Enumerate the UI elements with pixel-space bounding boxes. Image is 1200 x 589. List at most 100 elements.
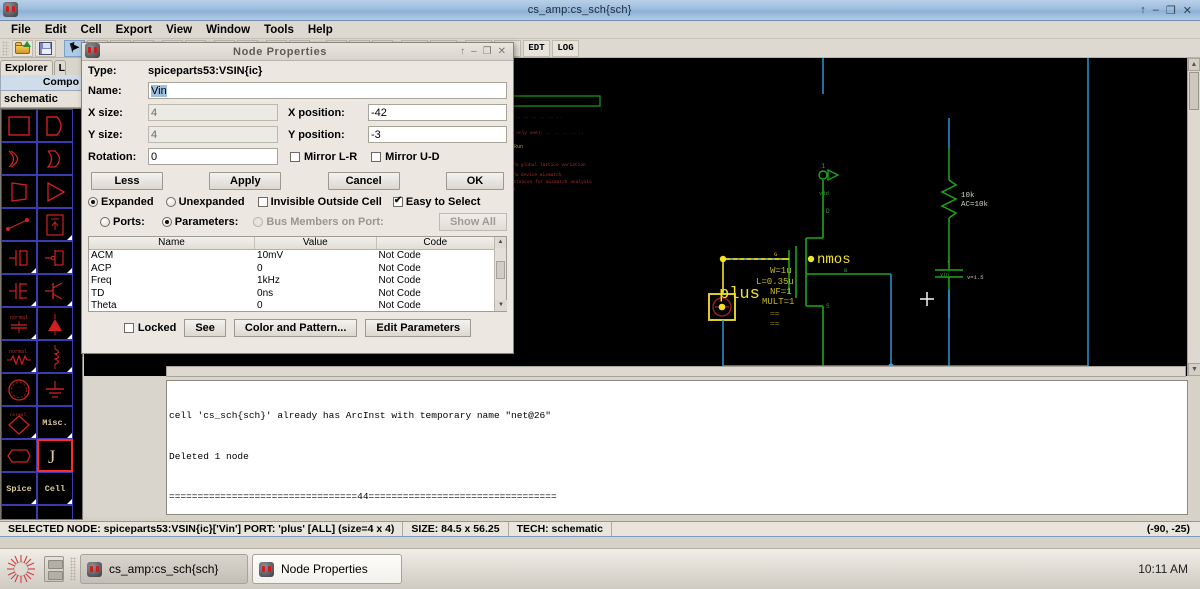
save-library-button[interactable]	[35, 39, 56, 57]
dialog-minimize-button[interactable]: –	[471, 46, 477, 57]
window-minimize-button[interactable]: –	[1153, 4, 1159, 17]
column-header-value[interactable]: Value	[255, 237, 377, 249]
rotation-input[interactable]: 0	[148, 148, 278, 165]
scroll-down-arrow-icon[interactable]: ▼	[495, 300, 507, 311]
palette-cell-source[interactable]	[37, 208, 73, 241]
palette-more-arrow-icon[interactable]	[67, 494, 72, 504]
ysize-input[interactable]: 4	[148, 126, 278, 143]
menu-edit[interactable]: Edit	[38, 23, 74, 37]
edit-parameters-button[interactable]: Edit Parameters	[365, 319, 472, 337]
tab-explorer[interactable]: Explorer	[0, 60, 53, 75]
canvas-horizontal-scrollbar[interactable]	[166, 366, 1186, 377]
palette-cell-pmos[interactable]	[37, 241, 73, 274]
palette-cell-pin[interactable]	[1, 505, 37, 519]
table-row[interactable]: Freq 1kHz Not Code	[89, 275, 494, 288]
palette-cell-diamond[interactable]: normal	[1, 406, 37, 439]
menu-view[interactable]: View	[159, 23, 199, 37]
xsize-input[interactable]: 4	[148, 104, 278, 121]
xposition-input[interactable]: -42	[368, 104, 507, 121]
palette-cell-misc[interactable]: Misc.	[37, 406, 73, 439]
scroll-thumb[interactable]	[1189, 72, 1199, 110]
menu-window[interactable]: Window	[199, 23, 257, 37]
palette-cell-resistor[interactable]: normal	[1, 340, 37, 373]
column-header-code[interactable]: Code	[377, 237, 494, 249]
palette-cell-jkff[interactable]: J	[37, 439, 73, 472]
palette-cell-triangle[interactable]	[37, 175, 73, 208]
log-button[interactable]: LOG	[552, 39, 579, 57]
ok-button[interactable]: OK	[445, 172, 504, 190]
cancel-button[interactable]: Cancel	[327, 172, 400, 190]
palette-cell-ring[interactable]	[1, 373, 37, 406]
mirror-lr-checkbox[interactable]	[290, 151, 300, 162]
scroll-down-arrow-icon[interactable]: ▼	[1188, 363, 1200, 376]
scroll-up-arrow-icon[interactable]: ▲	[495, 237, 506, 248]
taskbar-item-node-properties[interactable]: Node Properties	[252, 554, 402, 584]
taskbar-item-cs-amp[interactable]: cs_amp:cs_sch{sch}	[80, 554, 248, 584]
palette-more-arrow-icon[interactable]	[67, 329, 72, 339]
palette-more-arrow-icon[interactable]	[67, 428, 72, 438]
palette-cell-export[interactable]	[1, 439, 37, 472]
palette-more-arrow-icon[interactable]	[31, 494, 36, 504]
table-row[interactable]: ACP 0 Not Code	[89, 263, 494, 276]
palette-cell-capacitor[interactable]: normal	[1, 307, 37, 340]
palette-more-arrow-icon[interactable]	[31, 329, 36, 339]
scroll-up-arrow-icon[interactable]: ▲	[1188, 58, 1200, 71]
tab-layers[interactable]: L	[53, 60, 66, 75]
palette-cell-cell[interactable]: Cell	[37, 472, 73, 505]
palette-cell-and[interactable]	[37, 142, 73, 175]
easy-to-select-checkbox[interactable]	[392, 195, 403, 207]
expanded-radio[interactable]	[88, 197, 98, 207]
show-all-button[interactable]: Show All	[438, 213, 507, 231]
palette-cell-dnot[interactable]	[1, 142, 37, 175]
column-header-name[interactable]: Name	[89, 237, 256, 249]
parameters-radio[interactable]	[161, 217, 172, 227]
locked-checkbox[interactable]	[123, 323, 134, 333]
menu-help[interactable]: Help	[301, 23, 340, 37]
palette-more-arrow-icon[interactable]	[31, 362, 36, 372]
table-row[interactable]: ACM 10mV Not Code	[89, 250, 494, 263]
messages-pane[interactable]: cell 'cs_sch{sch}' already has ArcInst w…	[166, 380, 1188, 515]
dialog-maximize-button[interactable]: ❐	[483, 46, 492, 57]
dialog-close-button[interactable]: ✕	[498, 46, 506, 57]
canvas-vertical-scrollbar[interactable]: ▲ ▼	[1187, 58, 1200, 376]
edt-button[interactable]: EDT	[523, 39, 550, 57]
palette-cell-bipolar[interactable]	[37, 274, 73, 307]
dialog-shade-button[interactable]: ↑	[460, 46, 465, 57]
palette-more-arrow-icon[interactable]	[67, 362, 72, 372]
palette-more-arrow-icon[interactable]	[31, 296, 36, 306]
palette-cell-inductor[interactable]	[37, 340, 73, 373]
apply-button[interactable]: Apply	[209, 172, 282, 190]
invisible-outside-cell-checkbox[interactable]	[257, 197, 268, 207]
unexpanded-radio[interactable]	[165, 197, 176, 207]
menu-file[interactable]: File	[4, 23, 38, 37]
menu-cell[interactable]: Cell	[74, 23, 109, 37]
file-manager-icon[interactable]	[44, 556, 64, 582]
palette-cell-nmos[interactable]	[1, 241, 37, 274]
node-properties-dialog[interactable]: Node Properties ↑ – ❐ ✕ Type: spiceparts…	[81, 42, 514, 354]
scroll-thumb[interactable]	[496, 261, 505, 279]
window-maximize-button[interactable]: ❐	[1166, 4, 1176, 17]
palette-cell-arc[interactable]	[1, 208, 37, 241]
messages-side-scroll[interactable]	[155, 377, 165, 517]
mirror-ud-checkbox[interactable]	[371, 151, 382, 162]
menu-tools[interactable]: Tools	[257, 23, 301, 37]
palette-cell-dshape[interactable]	[37, 109, 73, 142]
palette-cell-pin2[interactable]	[37, 505, 73, 519]
palette-cell-ground[interactable]	[37, 373, 73, 406]
toolbar-grip[interactable]	[2, 40, 9, 56]
parameters-table[interactable]: Name Value Code ACM 10mV Not Code ACP 0 …	[88, 236, 507, 312]
table-vertical-scrollbar[interactable]: ▲ ▼	[494, 237, 507, 311]
taskbar-grip[interactable]	[70, 557, 76, 581]
palette-cell-buffer-box[interactable]	[1, 175, 37, 208]
palette-more-arrow-icon[interactable]	[67, 263, 72, 273]
less-button[interactable]: Less	[91, 172, 163, 190]
palette-cell-diode[interactable]	[37, 307, 73, 340]
window-close-button[interactable]: ✕	[1183, 4, 1192, 17]
see-button[interactable]: See	[184, 319, 226, 337]
window-shade-button[interactable]: ↑	[1140, 4, 1146, 17]
color-and-pattern-button[interactable]: Color and Pattern...	[233, 319, 358, 337]
palette-more-arrow-icon[interactable]	[31, 428, 36, 438]
table-row[interactable]: TD 0ns Not Code	[89, 288, 494, 301]
ports-radio[interactable]	[100, 217, 110, 227]
palette-more-arrow-icon[interactable]	[67, 296, 72, 306]
